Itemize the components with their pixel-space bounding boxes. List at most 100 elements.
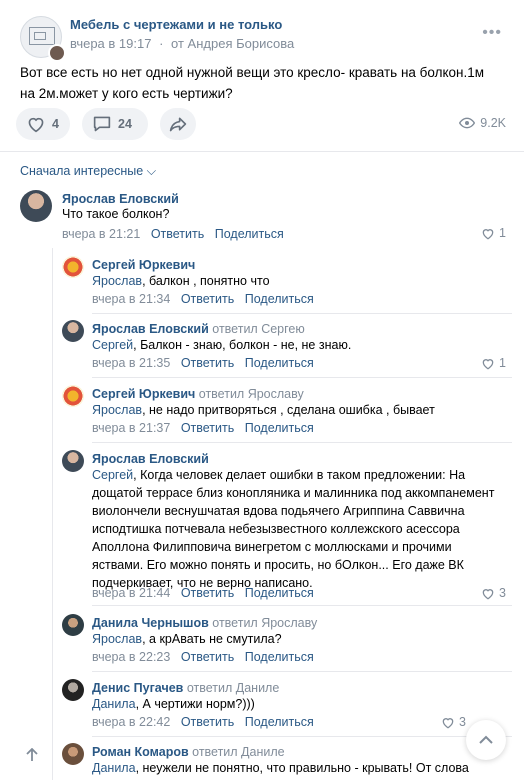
share-link[interactable]: Поделиться xyxy=(245,586,314,600)
scroll-top-button[interactable] xyxy=(466,720,506,760)
comment-time[interactable]: вчера в 22:23 xyxy=(92,650,170,664)
avatar[interactable] xyxy=(20,190,52,222)
comment-text: Данила, неужели не понятно, что правильн… xyxy=(92,761,469,775)
comment-time[interactable]: вчера в 21:34 xyxy=(92,292,170,306)
comment-reply: Сергей Юркевич ответил Ярославу Ярослав,… xyxy=(62,385,506,437)
avatar[interactable] xyxy=(62,614,84,636)
author-avatar[interactable] xyxy=(48,44,66,62)
comment-reply: Сергей Юркевич Ярослав, балкон , понятно… xyxy=(62,256,506,308)
share-link[interactable]: Поделиться xyxy=(245,292,314,306)
comment-footer: вчера в 21:37 Ответить Поделиться xyxy=(92,421,314,435)
heart-icon xyxy=(442,717,454,729)
comment-author[interactable]: Ярослав Еловский xyxy=(62,192,179,206)
comment-text: Ярослав, а крАвать не смутила? xyxy=(92,632,282,646)
like-count: 4 xyxy=(52,117,59,131)
share-link[interactable]: Поделиться xyxy=(215,227,284,241)
avatar[interactable] xyxy=(62,679,84,701)
share-link[interactable]: Поделиться xyxy=(245,421,314,435)
comment-time[interactable]: вчера в 21:35 xyxy=(92,356,170,370)
reply-button[interactable]: Ответить xyxy=(181,356,234,370)
comment-text: Данила, А чертижи норм?))) xyxy=(92,697,255,711)
comment-text: Ярослав, не надо притворяться , сделана … xyxy=(92,403,435,417)
reply-button[interactable]: Ответить xyxy=(151,227,204,241)
comment-time[interactable]: вчера в 21:44 xyxy=(92,586,170,600)
comment-text: Сергей, Когда человек делает ошибки в та… xyxy=(92,468,495,590)
comment: Ярослав Еловский Что такое болкон? вчера… xyxy=(20,190,506,246)
post-time[interactable]: вчера в 19:17 xyxy=(70,36,151,51)
reply-button[interactable]: Ответить xyxy=(181,650,234,664)
like-button[interactable]: 4 xyxy=(16,108,70,140)
heart-icon xyxy=(482,228,494,240)
comment-author: Сергей Юркевич xyxy=(92,258,196,272)
eye-icon xyxy=(459,117,476,129)
share-icon xyxy=(169,117,187,132)
comment-text: Что такое болкон? xyxy=(62,207,170,221)
comment-text: Сергей, Балкон - знаю, болкон - не, не з… xyxy=(92,338,352,352)
comment-author: Сергей Юркевич ответил Ярославу xyxy=(92,387,304,401)
more-icon[interactable]: ••• xyxy=(482,24,502,42)
comment-footer: вчера в 21:44 Ответить Поделиться xyxy=(92,586,314,600)
views-count: 9.2K xyxy=(480,116,506,130)
heart-icon xyxy=(482,588,494,600)
comment-reply: Роман Комаров ответил Даниле Данила, неу… xyxy=(62,743,506,780)
comment-footer: вчера в 22:23 Ответить Поделиться xyxy=(92,650,314,664)
comment-author: Роман Комаров ответил Даниле xyxy=(92,745,285,759)
heart-icon xyxy=(28,117,44,133)
comment-footer: вчера в 21:21 Ответить Поделиться xyxy=(62,227,284,241)
share-button[interactable] xyxy=(160,108,196,140)
comment-reply: Ярослав Еловский ответил Сергею Сергей, … xyxy=(62,320,506,372)
divider xyxy=(92,736,512,737)
divider xyxy=(92,377,512,378)
share-link[interactable]: Поделиться xyxy=(245,715,314,729)
thread-line xyxy=(52,248,53,780)
avatar[interactable] xyxy=(62,320,84,342)
comment-footer: вчера в 21:35 Ответить Поделиться xyxy=(92,356,314,370)
avatar[interactable] xyxy=(62,385,84,407)
avatar[interactable] xyxy=(62,743,84,765)
comment-reply: Данила Чернышов ответил Ярославу Ярослав… xyxy=(62,614,506,666)
divider xyxy=(92,605,512,606)
comment-like[interactable]: 1 xyxy=(481,356,506,370)
post-text: Вот все есть но нет одной нужной вещи эт… xyxy=(20,65,485,101)
comment-like[interactable]: 3 xyxy=(481,586,506,600)
chevron-up-icon xyxy=(479,735,493,744)
arrow-up-icon[interactable] xyxy=(26,747,38,766)
share-link[interactable]: Поделиться xyxy=(245,650,314,664)
group-name[interactable]: Мебель с чертежами и не только xyxy=(70,17,282,32)
comment-author: Ярослав Еловский xyxy=(92,452,209,466)
post-from[interactable]: от Андрея Борисова xyxy=(171,36,294,51)
comment-reply: Ярослав Еловский Сергей, Когда человек д… xyxy=(62,450,506,600)
avatar[interactable] xyxy=(62,450,84,472)
comment-footer: вчера в 22:42 Ответить Поделиться xyxy=(92,715,314,729)
divider xyxy=(0,151,524,152)
sort-dropdown[interactable]: Сначала интересные ⌵ xyxy=(20,164,156,179)
comment-button[interactable]: 24 xyxy=(82,108,148,140)
comment-reply: Денис Пугачев ответил Даниле Данила, А ч… xyxy=(62,679,506,731)
divider xyxy=(92,313,512,314)
comment-time[interactable]: вчера в 21:21 xyxy=(62,227,140,241)
post-actions: 4 24 9.2K xyxy=(16,108,508,140)
heart-icon xyxy=(482,358,494,370)
comment-like[interactable]: 3 xyxy=(441,715,466,729)
views-counter: 9.2K xyxy=(459,116,506,130)
comment-count: 24 xyxy=(118,117,132,131)
comment-author: Денис Пугачев ответил Даниле xyxy=(92,681,280,695)
comment-icon xyxy=(93,116,111,132)
share-link[interactable]: Поделиться xyxy=(245,356,314,370)
comment-time[interactable]: вчера в 22:42 xyxy=(92,715,170,729)
comment-like[interactable]: 1 xyxy=(481,226,506,240)
post-header: Мебель с чертежами и не только вчера в 1… xyxy=(20,16,504,62)
comment-text: Ярослав, балкон , понятно что xyxy=(92,274,270,288)
comment-author: Ярослав Еловский ответил Сергею xyxy=(92,322,305,336)
divider xyxy=(92,671,512,672)
divider xyxy=(92,442,512,443)
comment-footer: вчера в 21:34 Ответить Поделиться xyxy=(92,292,314,306)
reply-button[interactable]: Ответить xyxy=(181,715,234,729)
reply-button[interactable]: Ответить xyxy=(181,586,234,600)
reply-button[interactable]: Ответить xyxy=(181,292,234,306)
comment-author: Данила Чернышов ответил Ярославу xyxy=(92,616,318,630)
reply-button[interactable]: Ответить xyxy=(181,421,234,435)
post-meta: вчера в 19:17 · от Андрея Борисова xyxy=(70,36,295,51)
comment-time[interactable]: вчера в 21:37 xyxy=(92,421,170,435)
avatar[interactable] xyxy=(62,256,84,278)
